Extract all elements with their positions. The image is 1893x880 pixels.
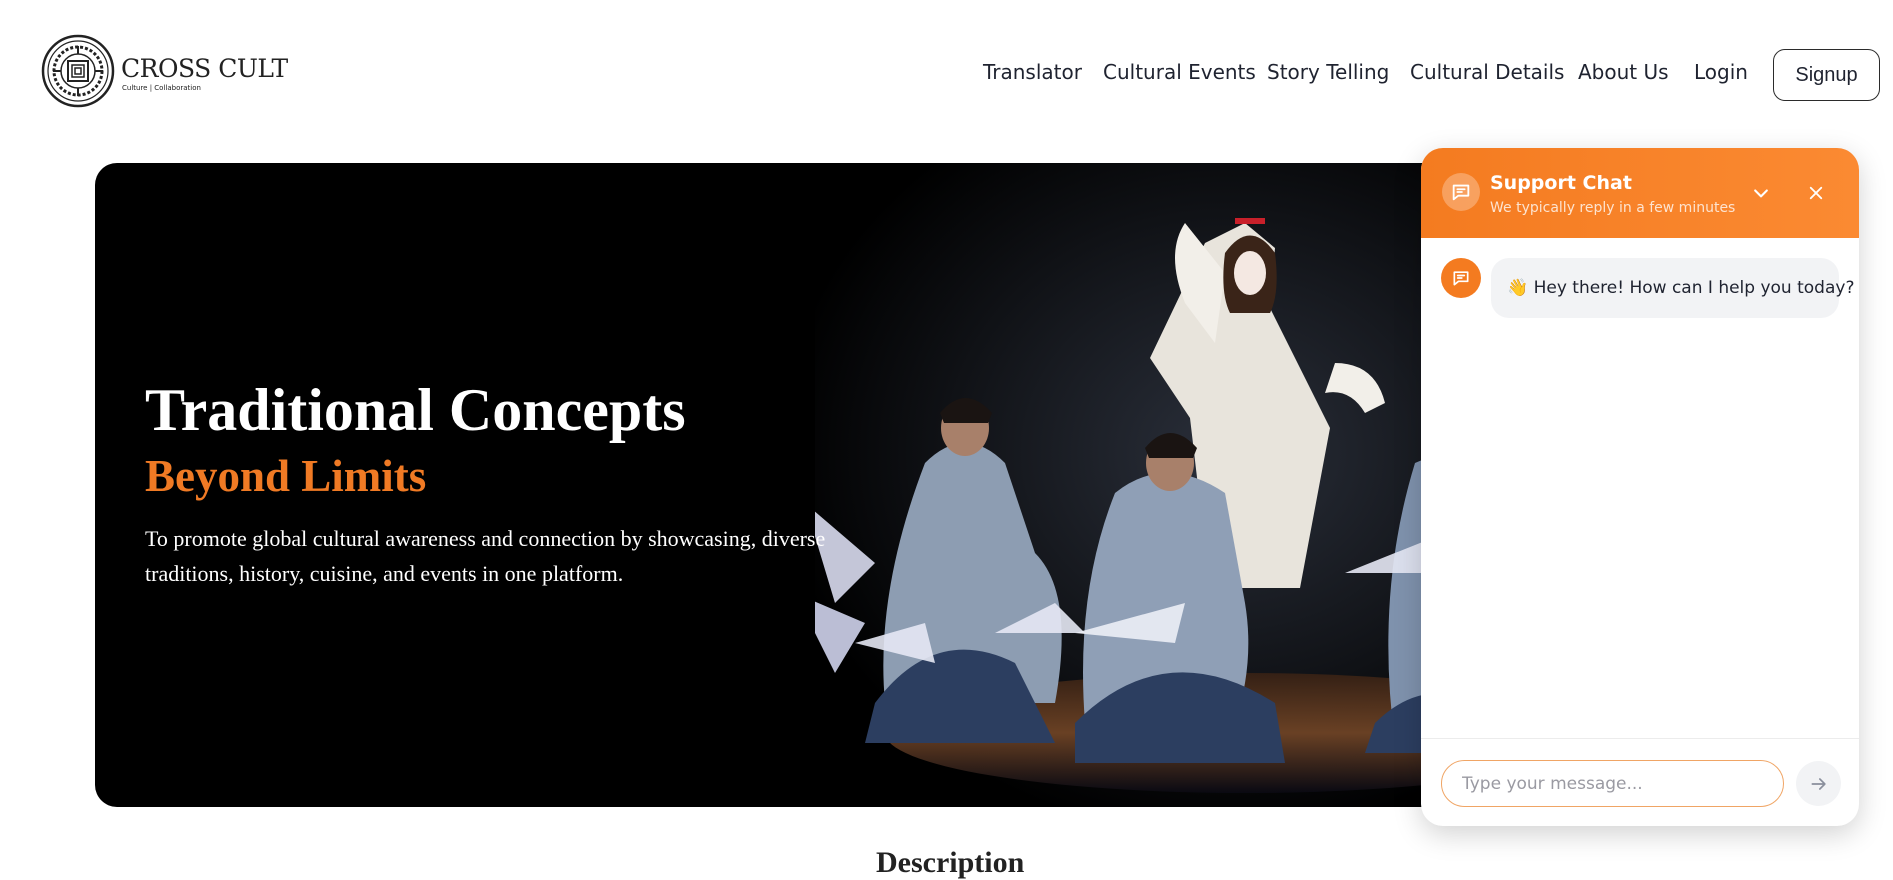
nav-item-about-us[interactable]: About Us <box>1578 60 1669 84</box>
nav-item-cultural-details[interactable]: Cultural Details <box>1410 60 1564 84</box>
arrow-right-icon <box>1811 777 1826 790</box>
nav-item-login[interactable]: Login <box>1694 60 1748 84</box>
chevron-down-icon[interactable] <box>1746 178 1776 208</box>
chat-divider <box>1421 738 1859 739</box>
chat-title: Support Chat <box>1490 172 1632 194</box>
chat-header: Support Chat We typically reply in a few… <box>1421 148 1859 238</box>
hero-description: To promote global cultural awareness and… <box>145 526 826 586</box>
navbar: CROSS CULT Culture | Collaboration Trans… <box>0 0 1893 150</box>
close-icon[interactable] <box>1801 178 1831 208</box>
chat-subtitle: We typically reply in a few minutes <box>1490 200 1736 216</box>
signup-button[interactable]: Signup <box>1773 49 1880 101</box>
send-button[interactable] <box>1796 761 1841 806</box>
hero-title: Traditional Concepts <box>145 377 686 443</box>
chat-bubble-icon <box>1442 173 1480 211</box>
hero-accent-title: Beyond Limits <box>145 451 427 501</box>
bot-avatar <box>1441 258 1481 298</box>
hero-banner: Traditional Concepts Beyond Limits To pr… <box>95 163 1565 807</box>
chat-message: 👋 Hey there! How can I help you today? <box>1491 258 1854 318</box>
nav-item-translator[interactable]: Translator <box>983 60 1082 84</box>
nav-item-cultural-events[interactable]: Cultural Events <box>1103 60 1256 84</box>
support-chat-widget: Support Chat We typically reply in a few… <box>1421 148 1859 826</box>
chat-message-input[interactable] <box>1441 760 1784 807</box>
nav-item-story-telling[interactable]: Story Telling <box>1267 60 1389 84</box>
main-nav: Translator Cultural Events Story Telling… <box>0 60 1893 92</box>
section-heading: Description <box>876 846 1025 879</box>
